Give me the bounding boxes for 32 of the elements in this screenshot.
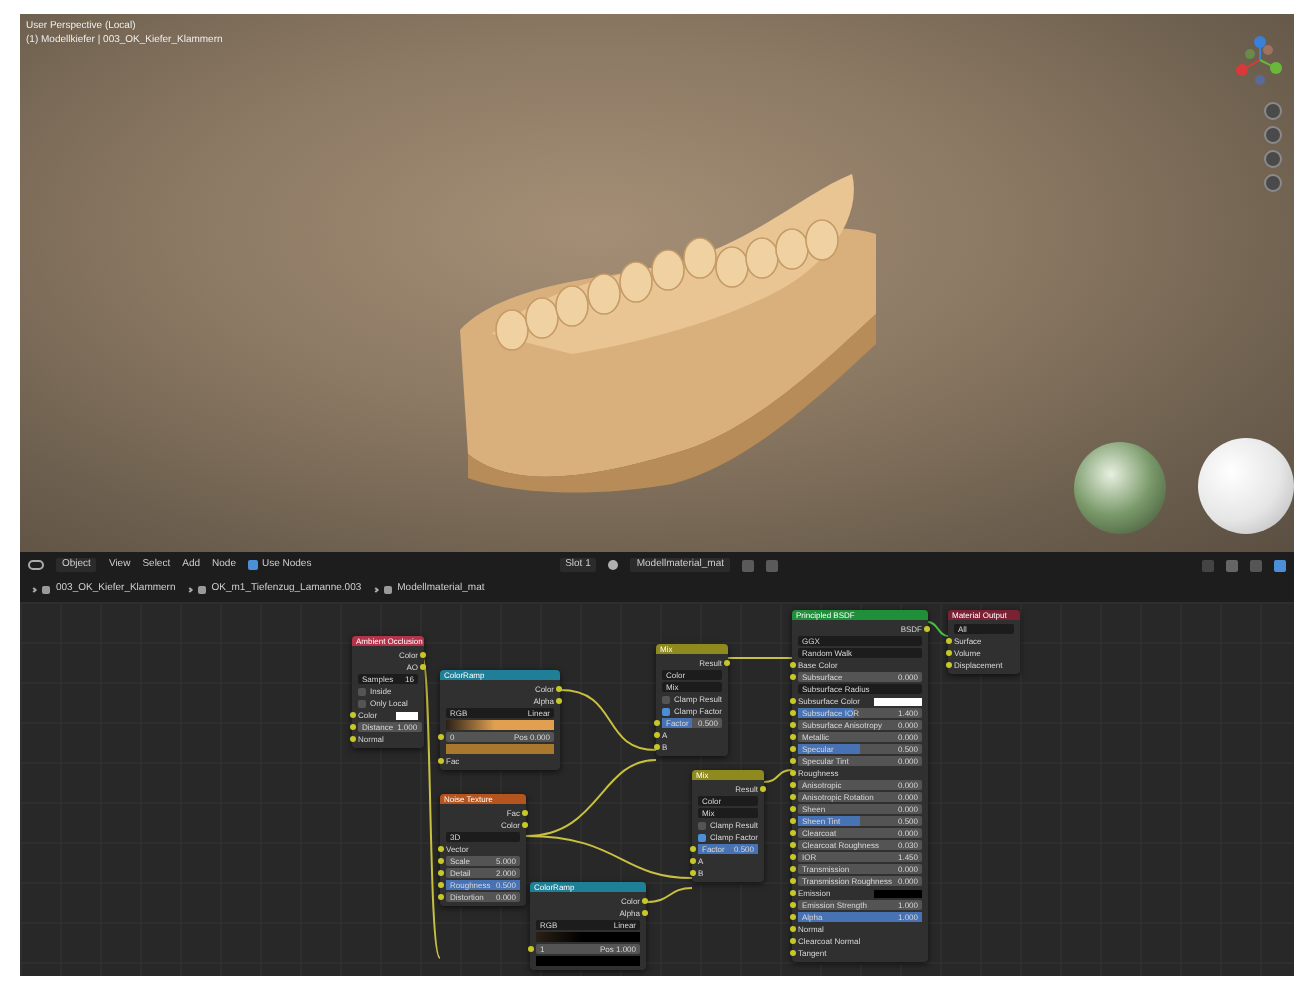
chevron-icon xyxy=(186,587,193,593)
socket-icon[interactable] xyxy=(438,734,444,740)
chevron-icon xyxy=(372,587,379,593)
socket-icon[interactable] xyxy=(924,626,930,632)
color-swatch[interactable] xyxy=(395,711,418,719)
checkbox[interactable] xyxy=(698,821,706,829)
color-swatch[interactable] xyxy=(874,697,922,705)
node-link xyxy=(927,621,949,637)
shader-node[interactable] xyxy=(792,610,928,962)
node-canvas[interactable] xyxy=(20,602,1294,976)
checkbox[interactable] xyxy=(662,707,670,715)
checkbox[interactable] xyxy=(247,560,258,570)
checkbox[interactable] xyxy=(662,695,670,703)
socket-icon[interactable] xyxy=(724,660,730,666)
socket-icon[interactable] xyxy=(528,946,534,952)
color-swatch[interactable] xyxy=(874,889,922,897)
stop-color-bar[interactable] xyxy=(446,744,554,754)
checkbox[interactable] xyxy=(358,699,366,707)
stop-color-bar[interactable] xyxy=(536,956,640,966)
color-ramp[interactable] xyxy=(536,932,640,942)
socket-icon[interactable] xyxy=(760,786,766,792)
checkbox[interactable] xyxy=(698,833,706,841)
material-icon xyxy=(608,560,619,570)
color-ramp[interactable] xyxy=(446,720,554,730)
node-link xyxy=(727,657,793,659)
node-link xyxy=(763,769,793,783)
node-link xyxy=(559,689,657,751)
chevron-icon xyxy=(31,587,37,593)
socket-icon[interactable] xyxy=(438,758,444,764)
node-link xyxy=(645,887,693,903)
axis-gizmo-icon[interactable] xyxy=(1234,34,1286,86)
checkbox[interactable] xyxy=(358,687,366,695)
